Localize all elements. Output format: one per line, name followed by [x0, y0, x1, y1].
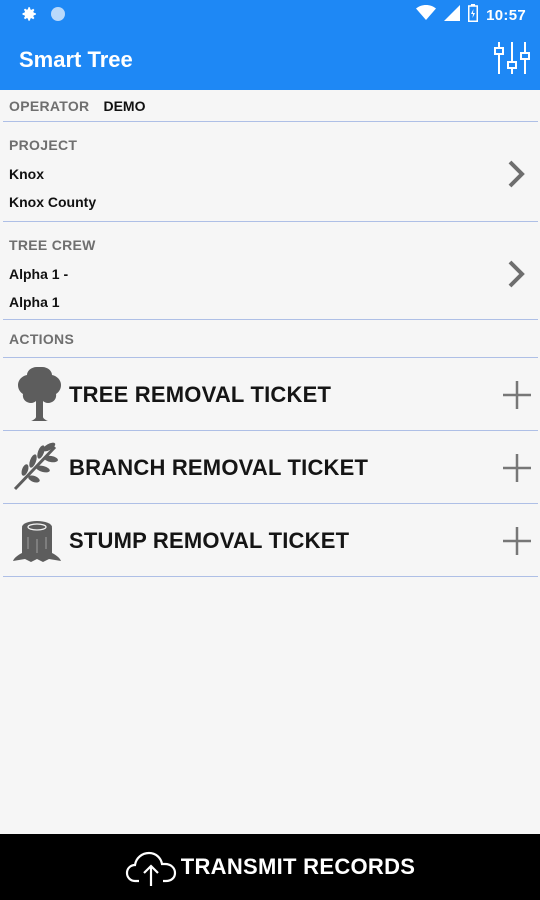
content: OPERATOR DEMO PROJECT Knox Knox County T… — [3, 90, 538, 577]
actions-header: ACTIONS — [3, 320, 538, 358]
project-label: PROJECT — [9, 137, 78, 153]
tree-removal-label: TREE REMOVAL TICKET — [69, 382, 332, 407]
transmit-records-button[interactable]: TRANSMIT RECORDS — [0, 834, 540, 900]
battery-icon — [468, 4, 479, 27]
signal-icon — [444, 5, 461, 26]
stump-icon — [9, 510, 65, 570]
status-bar: 10:57 — [0, 0, 540, 30]
settings-gear-icon — [20, 5, 38, 28]
project-row[interactable]: PROJECT Knox Knox County — [3, 122, 538, 222]
branch-removal-label: BRANCH REMOVAL TICKET — [69, 455, 369, 480]
branch-removal-ticket-button[interactable]: BRANCH REMOVAL TICKET — [3, 431, 538, 504]
plus-icon — [503, 527, 531, 555]
plus-icon — [503, 454, 531, 482]
tree-crew-detail: Alpha 1 — [9, 294, 60, 310]
sliders-icon — [494, 42, 530, 74]
tree-removal-ticket-button[interactable]: TREE REMOVAL TICKET — [3, 358, 538, 431]
settings-button[interactable] — [492, 38, 532, 78]
wifi-icon — [416, 5, 437, 26]
circle-icon — [50, 6, 66, 27]
stump-removal-ticket-button[interactable]: STUMP REMOVAL TICKET — [3, 504, 538, 577]
tree-crew-row[interactable]: TREE CREW Alpha 1 - Alpha 1 — [3, 222, 538, 320]
transmit-records-label: TRANSMIT RECORDS — [180, 854, 416, 879]
tree-icon — [9, 364, 65, 424]
chevron-right-icon — [508, 260, 525, 288]
project-name: Knox — [9, 166, 44, 182]
operator-row: OPERATOR DEMO — [3, 90, 538, 122]
operator-label: OPERATOR — [9, 97, 90, 114]
chevron-right-icon — [508, 160, 525, 188]
app-title: Smart Tree — [19, 47, 133, 72]
tree-crew-label: TREE CREW — [9, 237, 96, 253]
actions-label: ACTIONS — [9, 330, 75, 347]
operator-value: DEMO — [103, 97, 146, 114]
tree-crew-name: Alpha 1 - — [9, 266, 69, 282]
app-bar: Smart Tree — [0, 30, 540, 90]
status-time: 10:57 — [486, 7, 526, 24]
plus-icon — [503, 381, 531, 409]
stump-removal-label: STUMP REMOVAL TICKET — [69, 528, 350, 553]
project-county: Knox County — [9, 194, 97, 210]
branch-icon — [9, 437, 65, 497]
cloud-upload-icon — [125, 851, 176, 886]
